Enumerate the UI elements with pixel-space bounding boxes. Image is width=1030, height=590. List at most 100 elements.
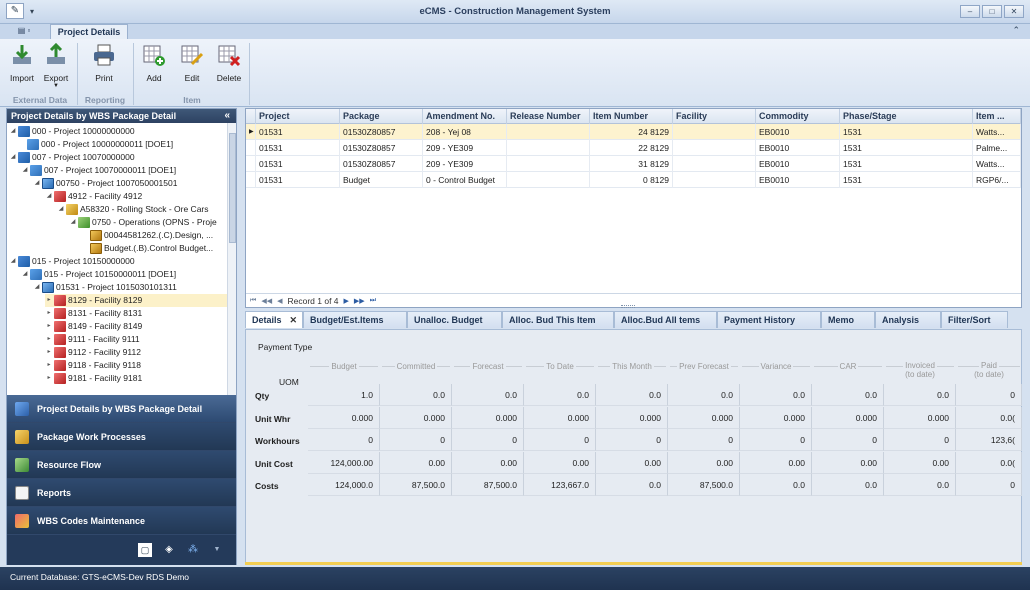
expanded-arrow-icon[interactable]: ◢ bbox=[33, 281, 41, 294]
value-cell[interactable]: 0 bbox=[452, 429, 524, 451]
value-cell[interactable]: 0.0 bbox=[812, 474, 884, 496]
value-cell[interactable]: 0.000 bbox=[308, 407, 380, 429]
column-header[interactable]: Release Number bbox=[507, 109, 590, 124]
value-cell[interactable]: 0.0 bbox=[524, 384, 596, 406]
value-cell[interactable]: 0.000 bbox=[812, 407, 884, 429]
tree-node[interactable]: ◢ 4912 - Facility 4912 bbox=[45, 190, 142, 203]
tree-node[interactable]: ▸ 9118 - Facility 9118 bbox=[45, 359, 141, 372]
value-cell[interactable]: 1.0 bbox=[308, 384, 380, 406]
value-cell[interactable]: 124,000.0 bbox=[308, 474, 380, 496]
close-button[interactable]: ✕ bbox=[1004, 5, 1024, 18]
value-cell[interactable]: 0.0 bbox=[884, 474, 956, 496]
tree-node[interactable]: ◢ 000 - Project 10000000000 bbox=[9, 125, 135, 138]
value-cell[interactable]: 0.000 bbox=[380, 407, 452, 429]
tab-project-details[interactable]: Project Details bbox=[50, 24, 128, 39]
value-cell[interactable]: 0.0 bbox=[740, 474, 812, 496]
value-cell[interactable]: 0.0 bbox=[740, 384, 812, 406]
value-cell[interactable]: 0.0 bbox=[452, 384, 524, 406]
tab-filter-sort[interactable]: Filter/Sort bbox=[941, 311, 1008, 328]
expanded-arrow-icon[interactable]: ◢ bbox=[21, 268, 29, 281]
tree-scrollbar[interactable] bbox=[227, 123, 236, 399]
collapse-sidebar-icon[interactable]: « bbox=[224, 109, 230, 123]
collapsed-arrow-icon[interactable]: ▸ bbox=[45, 307, 53, 320]
tree-node[interactable]: ◢ 015 - Project 10150000011 [DOE1] bbox=[21, 268, 176, 281]
table-row[interactable]: ▶ 01531 01530Z80857 208 - Yej 08 24 8129… bbox=[246, 124, 1021, 140]
value-cell[interactable]: 0.000 bbox=[596, 407, 668, 429]
expanded-arrow-icon[interactable]: ◢ bbox=[9, 125, 17, 138]
scrollbar-thumb[interactable] bbox=[229, 133, 236, 243]
next-page-icon[interactable]: ▶▶ bbox=[354, 297, 365, 305]
splitter-handle[interactable] bbox=[621, 305, 635, 308]
export-button[interactable]: Export ▼ bbox=[40, 41, 72, 93]
value-cell[interactable]: 0.00 bbox=[524, 452, 596, 474]
expanded-arrow-icon[interactable]: ◢ bbox=[57, 203, 65, 216]
import-button[interactable]: Import bbox=[6, 41, 38, 93]
value-cell[interactable]: 0.00 bbox=[596, 452, 668, 474]
column-header[interactable]: Facility bbox=[673, 109, 756, 124]
last-record-icon[interactable]: ⏭ bbox=[370, 297, 376, 305]
expanded-arrow-icon[interactable]: ◢ bbox=[45, 190, 53, 203]
value-cell[interactable]: 0.00 bbox=[740, 452, 812, 474]
value-cell[interactable]: 124,000.00 bbox=[308, 452, 380, 474]
value-cell[interactable]: 0.0( bbox=[956, 407, 1022, 429]
expanded-arrow-icon[interactable]: ◢ bbox=[33, 177, 41, 190]
column-header[interactable]: Phase/Stage bbox=[840, 109, 973, 124]
close-tab-icon[interactable]: ✕ bbox=[290, 315, 298, 325]
value-cell[interactable]: 0.0 bbox=[812, 384, 884, 406]
nav-package-work-processes[interactable]: Package Work Processes bbox=[7, 423, 236, 451]
next-record-icon[interactable]: ▶ bbox=[344, 297, 349, 305]
tab-payment-history[interactable]: Payment History bbox=[717, 311, 821, 328]
column-header[interactable]: Item Number bbox=[590, 109, 673, 124]
tree-node[interactable]: ◢ 007 - Project 10070000000 bbox=[9, 151, 135, 164]
value-cell[interactable]: 0 bbox=[668, 429, 740, 451]
tab-analysis[interactable]: Analysis bbox=[875, 311, 941, 328]
tree-node[interactable]: Budget.(.B).Control Budget... bbox=[89, 242, 213, 255]
nav-project-details[interactable]: Project Details by WBS Package Detail bbox=[7, 395, 236, 423]
tree-node[interactable]: ▸ 8149 - Facility 8149 bbox=[45, 320, 142, 333]
value-cell[interactable]: 0 bbox=[956, 474, 1022, 496]
value-cell[interactable]: 0.0 bbox=[596, 384, 668, 406]
tab-unalloc-budget[interactable]: Unalloc. Budget bbox=[407, 311, 502, 328]
value-cell[interactable]: 87,500.0 bbox=[668, 474, 740, 496]
column-header[interactable]: Item ... bbox=[973, 109, 1021, 124]
collapsed-arrow-icon[interactable]: ▸ bbox=[45, 372, 53, 385]
nav-reports[interactable]: Reports bbox=[7, 479, 236, 507]
tree-node[interactable]: ▸ 9112 - Facility 9112 bbox=[45, 346, 141, 359]
tree-node[interactable]: ◢ 00750 - Project 1007050001501 bbox=[33, 177, 177, 190]
value-cell[interactable]: 0.000 bbox=[524, 407, 596, 429]
tree-node[interactable]: ◢ 01531 - Project 1015030101311 bbox=[33, 281, 177, 294]
value-cell[interactable]: 0 bbox=[524, 429, 596, 451]
tree-node[interactable]: ◢ 015 - Project 10150000000 bbox=[9, 255, 135, 268]
tab-alloc-bud-all-items[interactable]: Alloc.Bud All tems bbox=[614, 311, 717, 328]
edit-button[interactable]: Edit bbox=[176, 41, 208, 93]
tree-node[interactable]: ▸ 8131 - Facility 8131 bbox=[45, 307, 142, 320]
tree-node[interactable]: 000 - Project 10000000011 [DOE1] bbox=[26, 138, 173, 151]
app-menu-button[interactable]: ▤ ▫ bbox=[6, 24, 42, 38]
value-cell[interactable]: 0.0 bbox=[884, 384, 956, 406]
first-record-icon[interactable]: ⏮ bbox=[250, 297, 256, 305]
value-cell[interactable]: 0.0 bbox=[380, 384, 452, 406]
tab-budget-est-items[interactable]: Budget/Est.Items bbox=[303, 311, 407, 328]
value-cell[interactable]: 0 bbox=[596, 429, 668, 451]
collapsed-arrow-icon[interactable]: ▸ bbox=[45, 346, 53, 359]
value-cell[interactable]: 0 bbox=[956, 384, 1022, 406]
value-cell[interactable]: 0.00 bbox=[884, 452, 956, 474]
expanded-arrow-icon[interactable]: ◢ bbox=[69, 216, 77, 229]
tab-details[interactable]: Details ✕ bbox=[245, 311, 303, 328]
table-row[interactable]: 01531 Budget 0 - Control Budget 0 8129 E… bbox=[246, 172, 1021, 188]
table-row[interactable]: 01531 01530Z80857 209 - YE309 31 8129 EB… bbox=[246, 156, 1021, 172]
tab-memo[interactable]: Memo bbox=[821, 311, 875, 328]
tab-alloc-bud-this-item[interactable]: Alloc. Bud This Item bbox=[502, 311, 614, 328]
nav-resource-flow[interactable]: Resource Flow bbox=[7, 451, 236, 479]
collapsed-arrow-icon[interactable]: ▸ bbox=[45, 320, 53, 333]
value-cell[interactable]: 0 bbox=[884, 429, 956, 451]
tree-node-selected[interactable]: ▸ 8129 - Facility 8129 bbox=[45, 294, 229, 307]
value-cell[interactable]: 123,6( bbox=[956, 429, 1022, 451]
value-cell[interactable]: 87,500.0 bbox=[452, 474, 524, 496]
collapsed-arrow-icon[interactable]: ▸ bbox=[45, 294, 53, 307]
value-cell[interactable]: 0.000 bbox=[884, 407, 956, 429]
delete-button[interactable]: Delete bbox=[213, 41, 245, 93]
tree-node[interactable]: ▸ 9181 - Facility 9181 bbox=[45, 372, 142, 385]
value-cell[interactable]: 0.00 bbox=[380, 452, 452, 474]
maximize-button[interactable]: □ bbox=[982, 5, 1002, 18]
